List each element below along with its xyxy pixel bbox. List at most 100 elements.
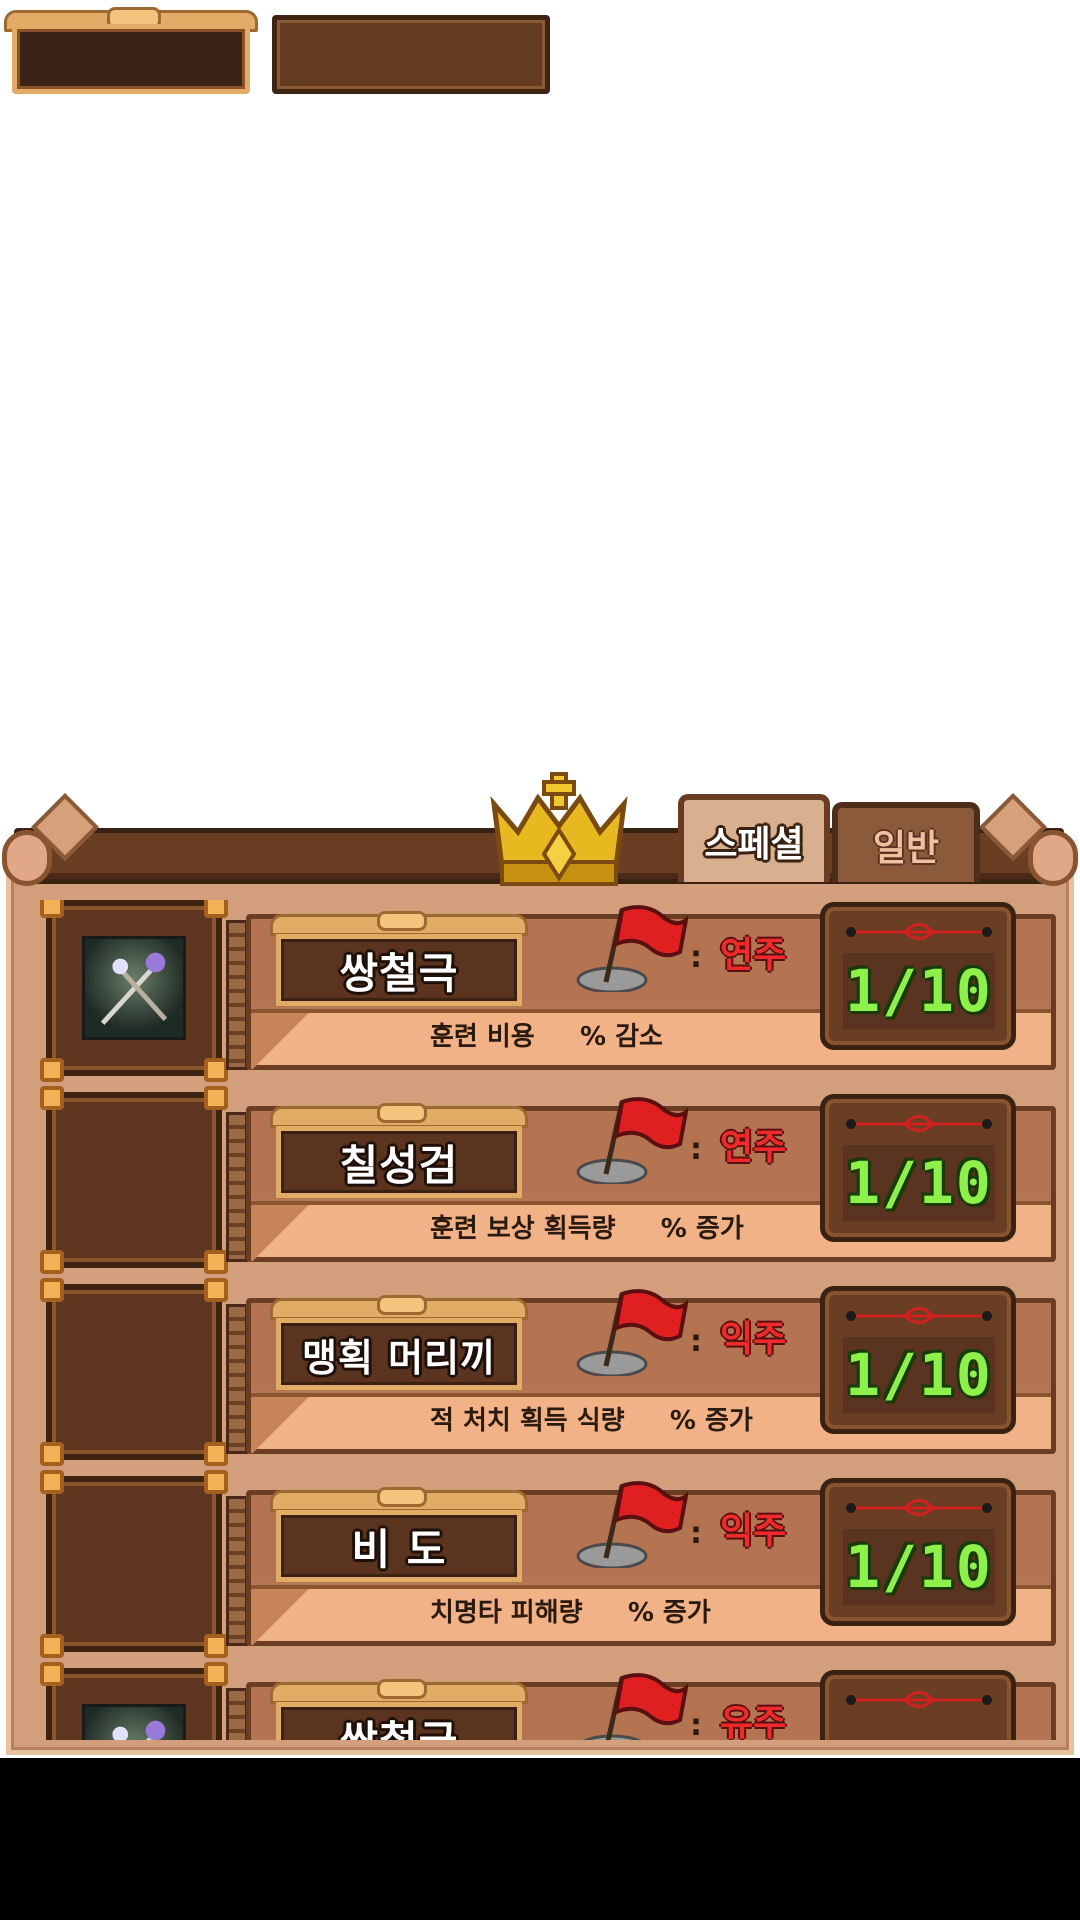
- row-rail: [226, 1112, 248, 1262]
- skill-level: 1/10: [845, 957, 993, 1025]
- frame-stud: [40, 1058, 64, 1082]
- skill-icon-frame[interactable]: [40, 1662, 228, 1740]
- skill-icon-frame[interactable]: [40, 1086, 228, 1274]
- tab-special-label: 스페셜: [704, 824, 804, 865]
- skill-description: 치명타 피해량 % 증가: [430, 1598, 711, 1628]
- skill-level-box: 1/10: [820, 902, 1016, 1050]
- red-knot-icon: [846, 1499, 992, 1516]
- frame-stud: [40, 900, 64, 918]
- frame-stud: [40, 1086, 64, 1110]
- name-plate-box: 비 도: [276, 1510, 522, 1582]
- skill-row[interactable]: 비 도 : 익주 치명타 피해량 % 증가 1/10: [20, 1470, 1060, 1658]
- resource-plate-right: [272, 15, 550, 94]
- skill-owner: 연주: [720, 935, 787, 976]
- crossed-spears-icon: [82, 1704, 186, 1740]
- name-plate-box: 맹획 머리끼: [276, 1318, 522, 1390]
- skill-owner: 연주: [720, 1127, 787, 1168]
- skill-name: 쌍철극: [339, 948, 459, 998]
- level-inner: 1/10: [843, 1145, 995, 1221]
- crown-icon: [488, 770, 630, 890]
- skill-panel: 스페셜 일반 쌍철극 : 연주 훈련 비용 % 감소 1/10 칠성검: 연주…: [0, 770, 1080, 1760]
- skill-row[interactable]: 칠성검 : 연주 훈련 보상 획득량 % 증가 1/10: [20, 1086, 1060, 1274]
- row-rail: [226, 1304, 248, 1454]
- skill-owner: 유주: [720, 1703, 787, 1740]
- owner-separator: :: [690, 1516, 702, 1551]
- plate-frame: [12, 24, 250, 94]
- red-knot-icon: [846, 1691, 992, 1708]
- name-plate-crest: [270, 1679, 528, 1704]
- skill-description: 훈련 비용 % 감소: [430, 1022, 663, 1052]
- red-flag-icon: [576, 1476, 689, 1570]
- red-knot-icon: [846, 923, 992, 940]
- frame-stud: [204, 1470, 228, 1494]
- owner-separator: :: [690, 1324, 702, 1359]
- frame-stud: [204, 900, 228, 918]
- frame-stud: [204, 1086, 228, 1110]
- red-knot-icon: [846, 1307, 992, 1324]
- row-rail: [226, 920, 248, 1070]
- frame-stud: [40, 1250, 64, 1274]
- frame-stud: [40, 1470, 64, 1494]
- header-curl-left: [2, 830, 52, 886]
- skill-level-box: 1/10: [820, 1094, 1016, 1242]
- frame-stud: [204, 1058, 228, 1082]
- skill-name: 칠성검: [339, 1140, 459, 1190]
- name-plate-crest: [270, 1295, 528, 1320]
- skill-list[interactable]: 쌍철극 : 연주 훈련 비용 % 감소 1/10 칠성검: 연주 훈련 보상 …: [20, 900, 1060, 1740]
- skill-row[interactable]: 쌍철극 : 유주: [20, 1662, 1060, 1740]
- skill-description: 훈련 보상 획득량 % 증가: [430, 1214, 744, 1244]
- level-inner: 1/10: [843, 1529, 995, 1605]
- name-plate-crest: [270, 911, 528, 936]
- name-plate-box: 쌍철극: [276, 934, 522, 1006]
- frame-stud: [204, 1250, 228, 1274]
- skill-name-plate: 맹획 머리끼: [270, 1295, 528, 1390]
- frame-stud: [204, 1278, 228, 1302]
- name-plate-box: 쌍철극: [276, 1702, 522, 1740]
- header-curl-right: [1028, 830, 1078, 886]
- resource-plate-left: [4, 7, 258, 94]
- frame-stud: [204, 1442, 228, 1466]
- skill-level: 1/10: [845, 1533, 993, 1601]
- row-rail: [226, 1688, 248, 1740]
- crossed-spears-icon: [82, 936, 186, 1040]
- name-plate-crest: [270, 1487, 528, 1512]
- name-plate-crest: [270, 1103, 528, 1128]
- skill-icon-frame[interactable]: [40, 1470, 228, 1658]
- owner-separator: :: [690, 1708, 702, 1740]
- tab-normal-label: 일반: [872, 828, 940, 869]
- tab-special[interactable]: 스페셜: [678, 794, 830, 882]
- skill-row[interactable]: 맹획 머리끼 : 익주 적 처치 획득 식량 % 증가 1/10: [20, 1278, 1060, 1466]
- red-knot-icon: [846, 1115, 992, 1132]
- skill-owner: 익주: [720, 1319, 787, 1360]
- red-flag-icon: [576, 1092, 689, 1186]
- skill-level-box: 1/10: [820, 1478, 1016, 1626]
- skill-level-box: [820, 1670, 1016, 1740]
- skill-row[interactable]: 쌍철극 : 연주 훈련 비용 % 감소 1/10: [20, 900, 1060, 1082]
- red-flag-icon: [576, 900, 689, 994]
- skill-name-plate: 칠성검: [270, 1103, 528, 1198]
- red-flag-icon: [576, 1284, 689, 1378]
- frame-stud: [204, 1662, 228, 1686]
- tab-normal[interactable]: 일반: [832, 802, 980, 882]
- skill-name-plate: 쌍철극: [270, 1679, 528, 1740]
- frame-stud: [40, 1634, 64, 1658]
- frame-stud: [204, 1634, 228, 1658]
- frame-stud: [40, 1442, 64, 1466]
- skill-level-box: 1/10: [820, 1286, 1016, 1434]
- level-inner: 1/10: [843, 953, 995, 1029]
- row-rail: [226, 1496, 248, 1646]
- skill-level: 1/10: [845, 1149, 993, 1217]
- frame-stud: [40, 1278, 64, 1302]
- level-inner: 1/10: [843, 1337, 995, 1413]
- skill-icon-frame[interactable]: [40, 1278, 228, 1466]
- skill-owner: 익주: [720, 1511, 787, 1552]
- frame-stud: [40, 1662, 64, 1686]
- skill-icon-frame[interactable]: [40, 900, 228, 1082]
- skill-name: 쌍철극: [340, 1708, 459, 1741]
- skill-name-plate: 비 도: [270, 1487, 528, 1582]
- skill-name: 맹획 머리끼: [301, 1335, 497, 1380]
- letterbox-bar: [0, 1758, 1080, 1920]
- skill-name: 비 도: [351, 1524, 447, 1574]
- owner-separator: :: [690, 1132, 702, 1167]
- skill-level: 1/10: [845, 1341, 993, 1409]
